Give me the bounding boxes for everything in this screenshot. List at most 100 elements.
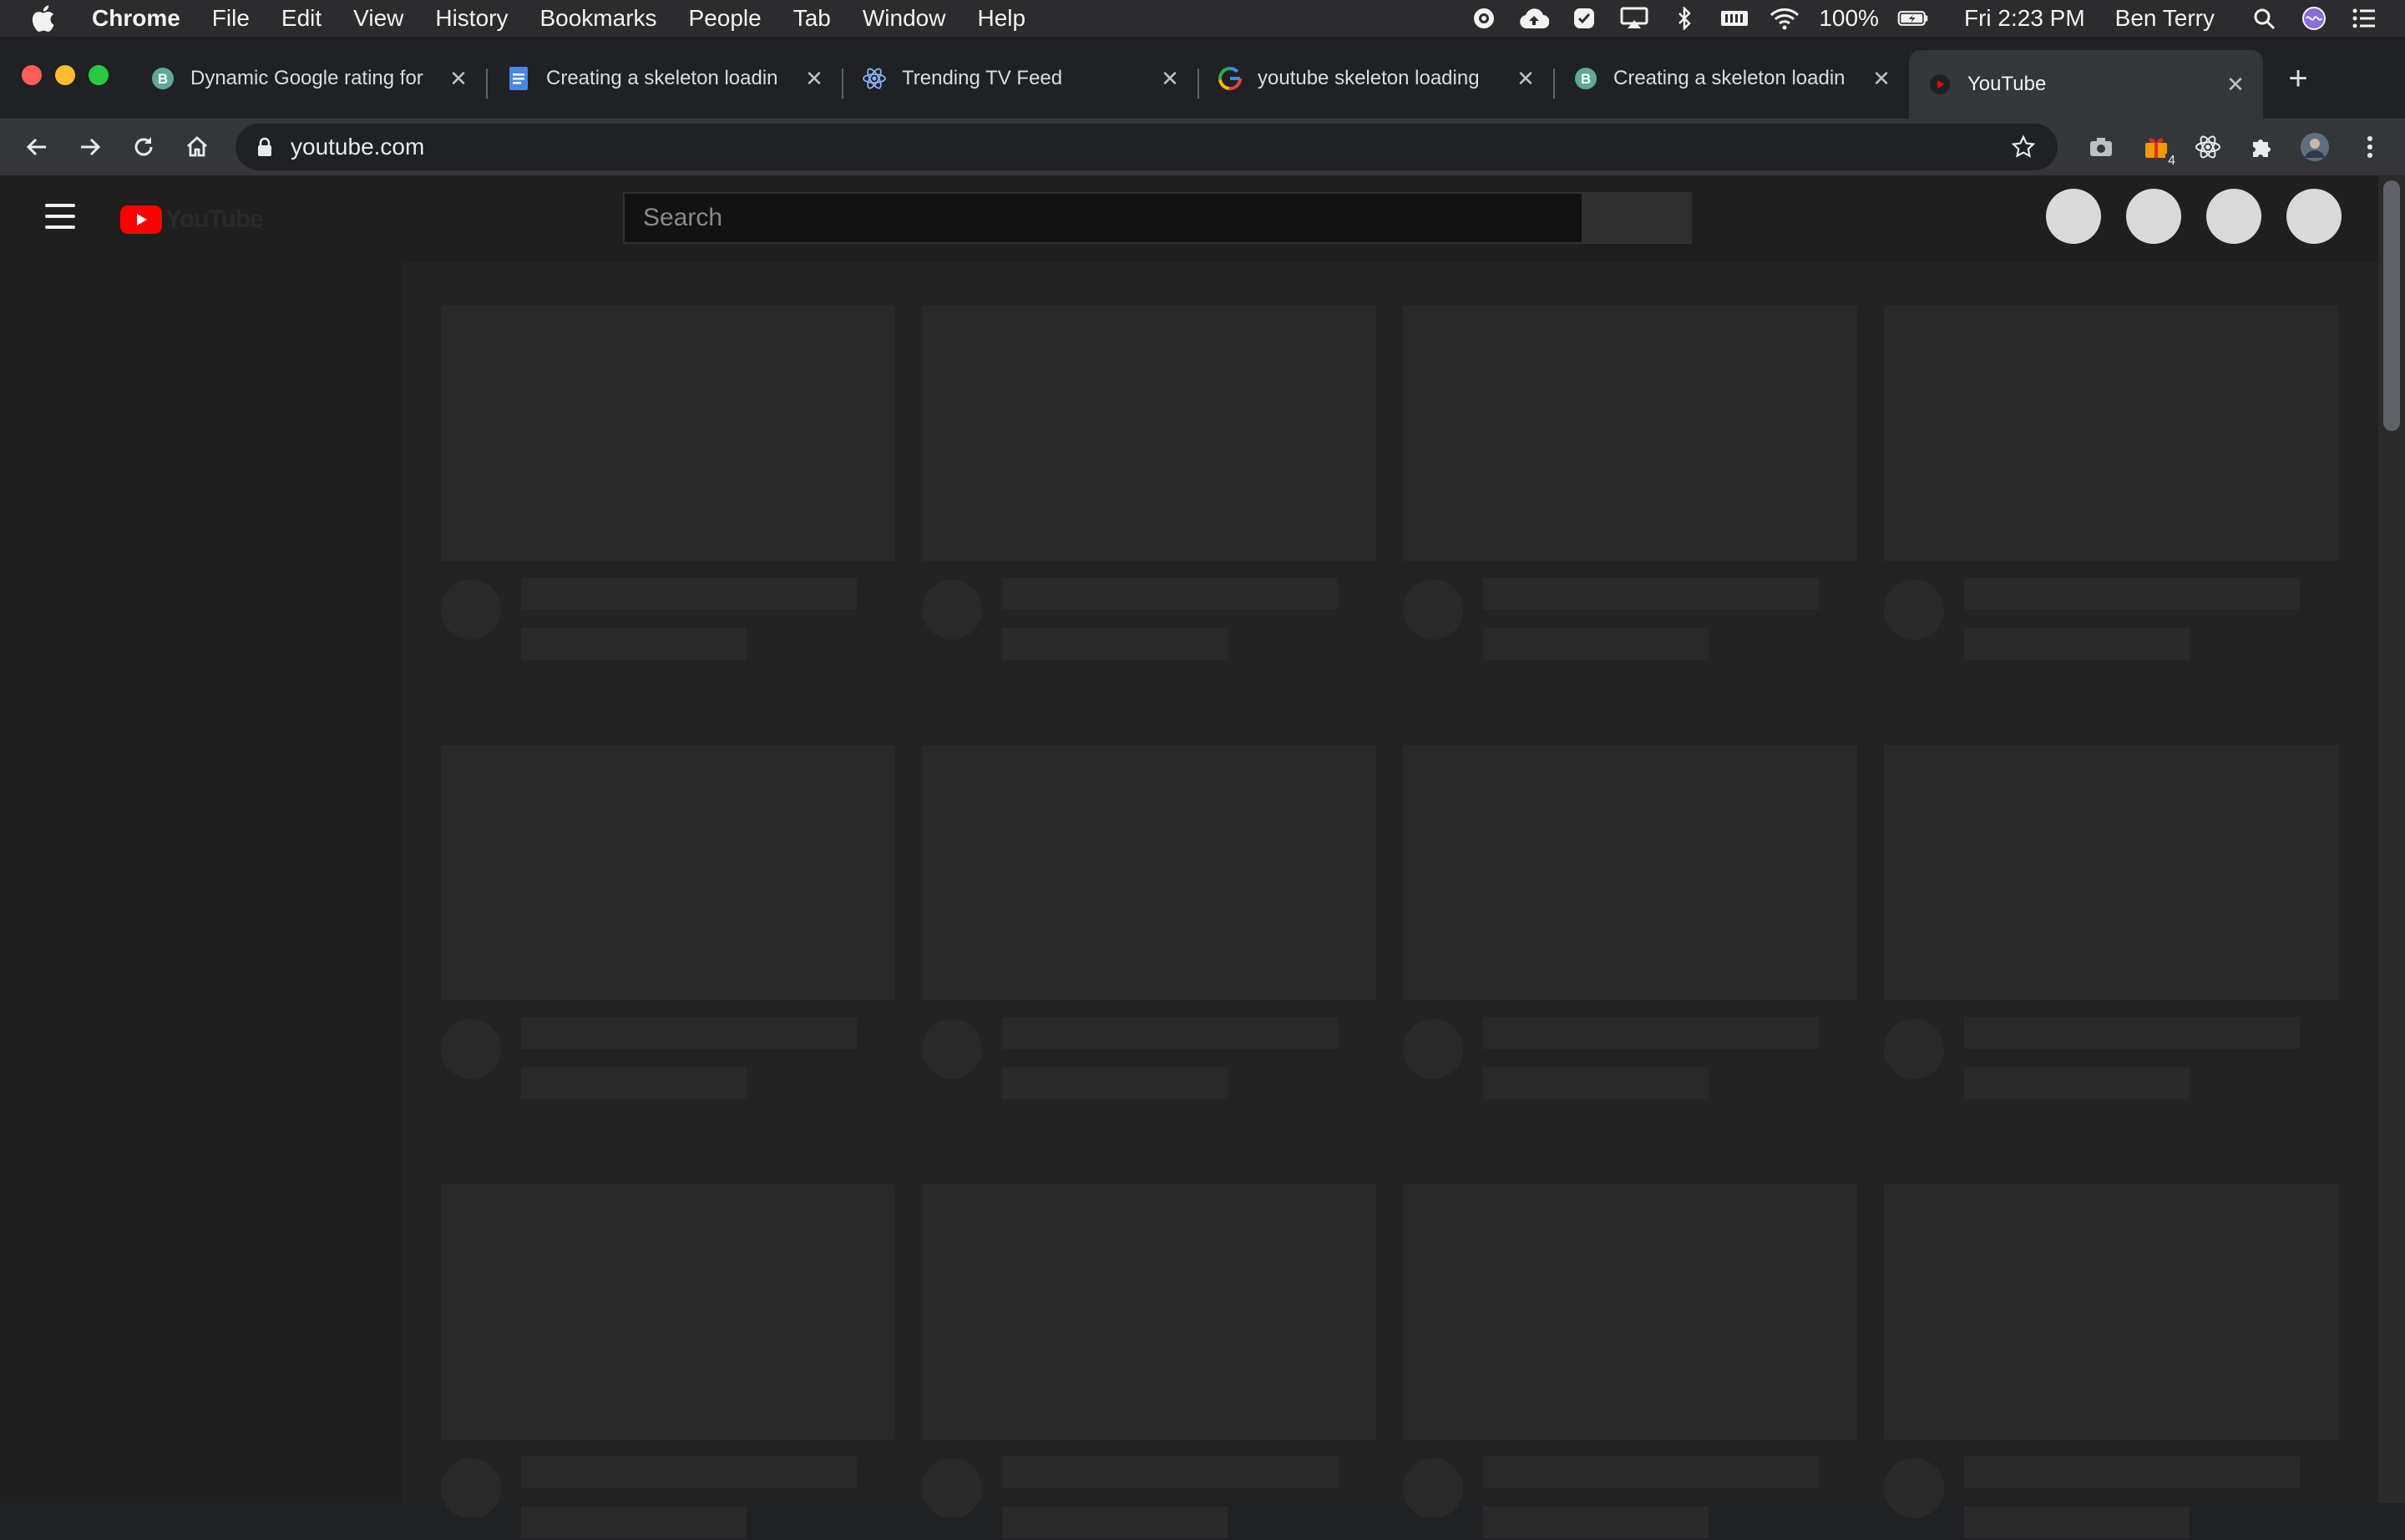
search-box[interactable] [623, 192, 1583, 244]
channel-avatar-placeholder [1884, 580, 1944, 640]
thumbnail-placeholder[interactable] [441, 306, 895, 561]
thumbnail-placeholder[interactable] [922, 745, 1376, 1000]
video-meta-skeleton [922, 1440, 1376, 1540]
video-card-skeleton[interactable] [441, 745, 895, 1101]
svg-text:B: B [1581, 71, 1591, 87]
memory-icon[interactable] [1719, 6, 1750, 31]
thumbnail-placeholder[interactable] [1403, 306, 1857, 561]
menu-bookmarks[interactable]: Bookmarks [539, 5, 656, 32]
menu-tab[interactable]: Tab [793, 5, 831, 32]
forward-arrow-icon[interactable] [73, 130, 107, 164]
video-card-skeleton[interactable] [1403, 745, 1857, 1101]
thumbnail-placeholder[interactable] [1884, 1184, 2338, 1440]
video-card-skeleton[interactable] [922, 306, 1376, 661]
menu-help[interactable]: Help [977, 5, 1025, 32]
gift-extension-icon[interactable]: 4 [2139, 130, 2178, 169]
url-text[interactable]: youtube.com [291, 134, 2009, 160]
zoom-window-button[interactable] [89, 65, 109, 85]
address-bar[interactable]: youtube.com [235, 124, 2058, 170]
tab-dynamic-google-rating[interactable]: B Dynamic Google rating for ✕ [132, 50, 488, 107]
thumbnail-placeholder[interactable] [1403, 745, 1857, 1000]
thumbnail-placeholder[interactable] [1884, 306, 2338, 561]
profile-avatar-icon[interactable] [2298, 130, 2332, 164]
spotlight-search-icon[interactable] [2248, 6, 2280, 31]
bluetooth-icon[interactable] [1668, 6, 1700, 31]
header-icon-placeholder-2[interactable] [2126, 189, 2181, 244]
back-arrow-icon[interactable] [20, 130, 53, 164]
video-card-skeleton[interactable] [922, 1184, 1376, 1540]
react-devtools-icon[interactable] [2191, 130, 2225, 164]
video-card-skeleton[interactable] [1403, 1184, 1857, 1540]
battery-charging-icon[interactable] [1897, 6, 1929, 31]
menu-user-name[interactable]: Ben Terry [2115, 5, 2215, 32]
cloud-upload-icon[interactable] [1518, 6, 1550, 31]
scrollbar-thumb[interactable] [2383, 180, 2400, 431]
tab-creating-skeleton-1[interactable]: Creating a skeleton loadin ✕ [488, 50, 843, 107]
tab-close-icon[interactable]: ✕ [802, 66, 827, 91]
hamburger-menu-icon[interactable] [45, 204, 75, 229]
tab-title: YouTube [1967, 73, 2047, 95]
subtitle-line-placeholder [1964, 628, 2190, 660]
siri-icon[interactable] [2298, 6, 2330, 31]
minimize-window-button[interactable] [55, 65, 75, 85]
window-controls [22, 65, 122, 85]
extensions-puzzle-icon[interactable] [2245, 130, 2278, 164]
thumbnail-placeholder[interactable] [441, 1184, 895, 1440]
video-card-skeleton[interactable] [441, 306, 895, 661]
tab-close-icon[interactable]: ✕ [2223, 72, 2248, 97]
tab-close-icon[interactable]: ✕ [446, 66, 471, 91]
menu-window[interactable]: Window [863, 5, 946, 32]
video-feed-skeleton [403, 262, 2378, 1538]
header-avatar-placeholder[interactable] [2286, 189, 2342, 244]
menu-view[interactable]: View [353, 5, 403, 32]
new-tab-icon[interactable]: + [2283, 60, 2313, 97]
tab-close-icon[interactable]: ✕ [1157, 66, 1182, 91]
menu-history[interactable]: History [435, 5, 508, 32]
video-card-skeleton[interactable] [1403, 306, 1857, 661]
close-window-button[interactable] [22, 65, 42, 85]
title-line-placeholder [1483, 578, 1819, 610]
tab-creating-skeleton-2[interactable]: B Creating a skeleton loadin ✕ [1555, 50, 1909, 107]
menu-edit[interactable]: Edit [281, 5, 322, 32]
tab-title: Creating a skeleton loadin [546, 67, 778, 89]
bookmark-star-icon[interactable] [2009, 133, 2038, 161]
thumbnail-placeholder[interactable] [1884, 745, 2338, 1000]
header-icon-placeholder-1[interactable] [2046, 189, 2101, 244]
search-button-skeleton[interactable] [1583, 192, 1692, 244]
page-scrollbar[interactable] [2378, 175, 2405, 1503]
video-card-skeleton[interactable] [441, 1184, 895, 1540]
more-vertical-icon[interactable] [2353, 130, 2387, 164]
menu-file[interactable]: File [212, 5, 250, 32]
thumbnail-placeholder[interactable] [441, 745, 895, 1000]
lock-icon[interactable] [257, 135, 276, 159]
reload-icon[interactable] [127, 130, 160, 164]
apple-menu-icon[interactable] [30, 4, 63, 33]
tab-youtube-skeleton-search[interactable]: youtube skeleton loading ✕ [1199, 50, 1555, 107]
search-input[interactable] [625, 203, 1582, 233]
airplay-icon[interactable] [1618, 6, 1650, 31]
tab-trending-tv-feed[interactable]: Trending TV Feed ✕ [843, 50, 1199, 107]
checkmark-shield-icon[interactable] [1568, 6, 1600, 31]
sync-status-icon[interactable] [1468, 6, 1500, 31]
video-card-skeleton[interactable] [1884, 1184, 2338, 1540]
menu-clock[interactable]: Fri 2:23 PM [1964, 5, 2085, 32]
video-meta-skeleton [1403, 1440, 1857, 1540]
title-line-placeholder [1483, 1456, 1819, 1488]
video-card-skeleton[interactable] [1884, 745, 2338, 1101]
home-icon[interactable] [180, 130, 214, 164]
thumbnail-placeholder[interactable] [1403, 1184, 1857, 1440]
tab-close-icon[interactable]: ✕ [1869, 66, 1894, 91]
thumbnail-placeholder[interactable] [922, 1184, 1376, 1440]
video-card-skeleton[interactable] [1884, 306, 2338, 661]
tab-close-icon[interactable]: ✕ [1513, 66, 1538, 91]
menu-app-chrome[interactable]: Chrome [92, 5, 180, 32]
video-card-skeleton[interactable] [922, 745, 1376, 1101]
header-icon-placeholder-3[interactable] [2206, 189, 2261, 244]
youtube-logo[interactable]: YouTube [120, 205, 264, 234]
wifi-icon[interactable] [1769, 6, 1800, 31]
camera-extension-icon[interactable] [2084, 130, 2118, 164]
menu-people[interactable]: People [689, 5, 762, 32]
tab-youtube-active[interactable]: YouTube ✕ [1909, 50, 2263, 119]
notification-center-icon[interactable] [2348, 6, 2380, 31]
thumbnail-placeholder[interactable] [922, 306, 1376, 561]
